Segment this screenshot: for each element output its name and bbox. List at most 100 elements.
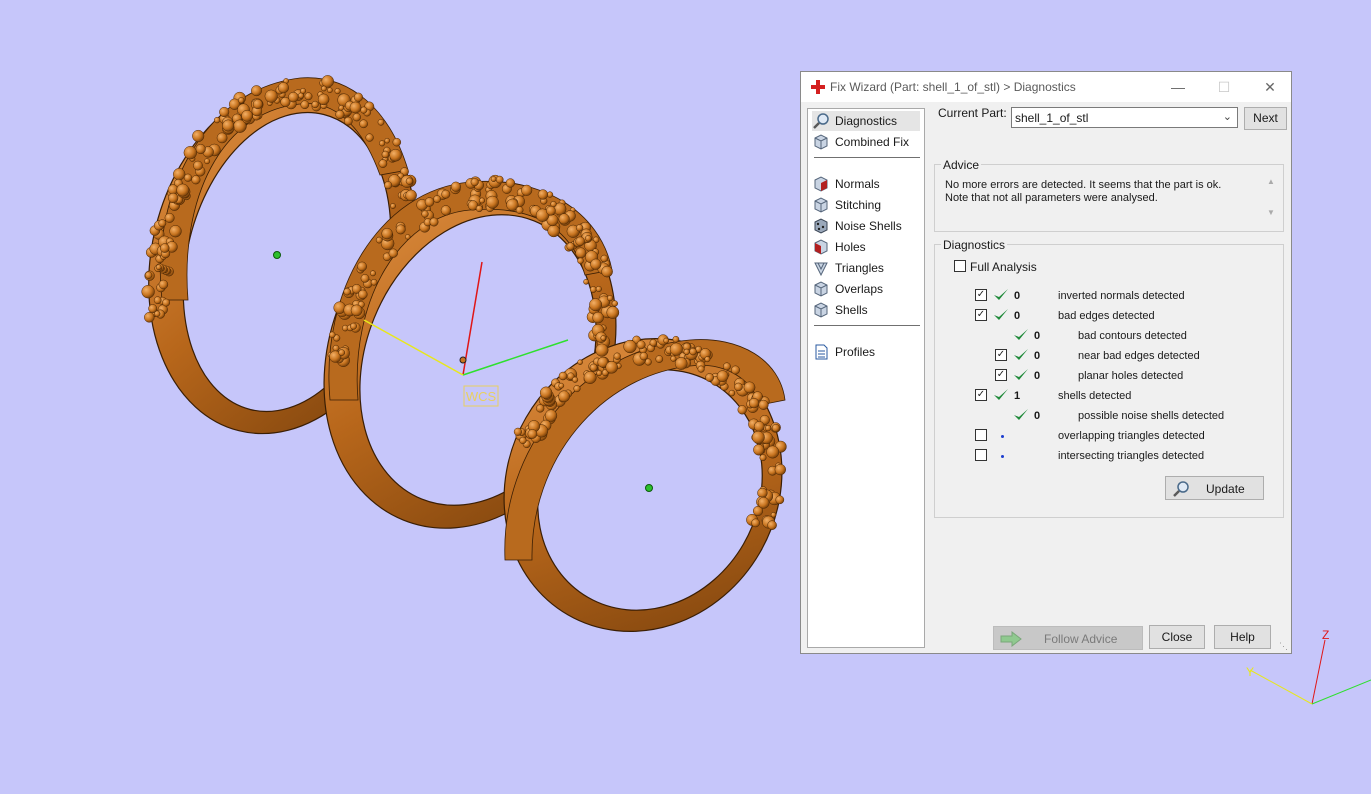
bead <box>613 352 621 360</box>
near-bad-edges-count: 0 <box>1034 350 1041 362</box>
bead <box>544 409 558 422</box>
close-button[interactable]: Close <box>1149 625 1205 649</box>
bead <box>353 92 363 102</box>
axis-y-label: Y <box>1246 665 1254 679</box>
nav-item-triangles[interactable]: Triangles <box>812 258 884 278</box>
wizard-nav: Diagnostics Combined Fix Normals Stitchi… <box>807 108 925 648</box>
row-checkbox[interactable]: ✓ <box>975 289 987 301</box>
bead <box>450 181 461 192</box>
bead <box>577 257 584 265</box>
check-icon <box>994 289 1008 300</box>
bead <box>360 274 370 283</box>
nav-item-stitching[interactable]: Stitching <box>812 195 881 215</box>
bead <box>193 160 203 171</box>
bead <box>753 421 765 432</box>
row-checkbox[interactable]: ✓ <box>995 369 1007 381</box>
row-checkbox[interactable]: ✓ <box>995 349 1007 361</box>
row-checkbox[interactable] <box>975 449 987 461</box>
triangles-icon <box>814 262 828 277</box>
bead <box>144 271 153 279</box>
bead <box>251 85 262 97</box>
bead <box>596 370 603 377</box>
bead <box>505 178 516 188</box>
bead <box>774 463 786 476</box>
bead <box>600 254 609 263</box>
bead <box>475 205 483 213</box>
bead <box>183 173 193 182</box>
bead <box>405 234 411 240</box>
bead <box>300 100 310 110</box>
nav-item-normals[interactable]: Normals <box>812 174 880 194</box>
advice-scrollbar[interactable]: ▲ ▼ <box>1265 177 1277 223</box>
bead <box>572 376 579 383</box>
nav-item-profiles[interactable]: Profiles <box>812 342 875 362</box>
bead <box>558 382 565 389</box>
scroll-down-icon: ▼ <box>1267 208 1275 217</box>
row-checkbox[interactable]: ✓ <box>975 309 987 321</box>
nav-item-overlaps[interactable]: Overlaps <box>812 279 883 299</box>
bead <box>141 285 155 299</box>
fix-wizard-dialog[interactable]: Fix Wizard (Part: shell_1_of_stl) > Diag… <box>800 71 1292 654</box>
nav-item-holes[interactable]: Holes <box>812 237 866 257</box>
update-button[interactable]: Update <box>1165 476 1264 500</box>
bead <box>689 347 697 356</box>
bead <box>168 192 179 204</box>
nav-item-diagnostics[interactable]: Diagnostics <box>812 111 920 131</box>
bead <box>758 399 769 410</box>
bead <box>192 129 205 143</box>
bead <box>592 311 604 324</box>
bead <box>764 424 772 432</box>
bead <box>636 340 646 350</box>
bead <box>515 206 524 214</box>
minimize-button[interactable]: — <box>1155 72 1201 102</box>
check-icon <box>1014 369 1028 380</box>
help-button[interactable]: Help <box>1214 625 1271 649</box>
follow-advice-button[interactable]: Follow Advice <box>993 626 1143 650</box>
row-checkbox[interactable]: ✓ <box>975 389 987 401</box>
bead <box>759 454 767 462</box>
cube-noise-icon <box>814 218 828 234</box>
bead <box>343 116 353 126</box>
nav-item-shells[interactable]: Shells <box>812 300 868 320</box>
near-bad-edges-label: near bad edges detected <box>1078 350 1200 362</box>
bead <box>743 381 756 394</box>
row-checkbox[interactable] <box>975 429 987 441</box>
check-icon <box>994 309 1008 320</box>
bead <box>546 205 556 216</box>
bead <box>370 278 378 286</box>
bead <box>611 300 618 307</box>
nav-item-label: Diagnostics <box>835 114 898 128</box>
resize-grip[interactable]: ⋱ <box>1279 641 1289 651</box>
check-icon <box>994 389 1008 400</box>
nav-item-noise-shells[interactable]: Noise Shells <box>812 216 902 236</box>
maximize-button[interactable]: ☐ <box>1201 72 1247 102</box>
bead <box>350 322 357 330</box>
bead <box>389 148 402 162</box>
bead <box>377 118 385 126</box>
bead <box>589 298 603 312</box>
bead <box>216 132 228 144</box>
bead <box>153 296 162 305</box>
bead <box>521 184 533 196</box>
wcs-label: WCS <box>466 389 497 404</box>
close-icon: ✕ <box>1264 79 1276 95</box>
bead <box>669 342 683 356</box>
magnifier-icon <box>813 113 829 129</box>
bead <box>176 183 190 197</box>
dialog-title: Fix Wizard (Part: shell_1_of_stl) > Diag… <box>830 80 1076 94</box>
red-cross-icon <box>811 80 825 94</box>
nav-item-combined-fix[interactable]: Combined Fix <box>812 132 909 152</box>
title-bar[interactable]: Fix Wizard (Part: shell_1_of_stl) > Diag… <box>801 72 1291 102</box>
nav-separator <box>814 157 920 158</box>
nav-item-label: Normals <box>835 177 880 191</box>
full-analysis-checkbox[interactable] <box>954 260 966 272</box>
bead <box>164 212 175 223</box>
current-part-select[interactable]: shell_1_of_stl ⌄ <box>1011 107 1238 128</box>
bead <box>219 106 230 118</box>
bead <box>213 116 221 124</box>
check-icon <box>1014 329 1028 340</box>
bead <box>334 88 341 95</box>
next-button[interactable]: Next <box>1244 107 1287 130</box>
close-window-button[interactable]: ✕ <box>1247 72 1293 102</box>
cube-holes-icon <box>814 239 828 255</box>
